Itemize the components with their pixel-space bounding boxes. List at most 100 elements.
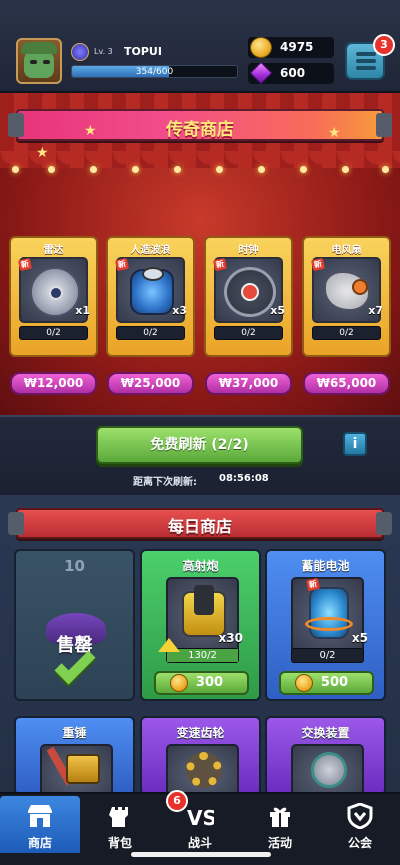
gift-icon bbox=[270, 807, 290, 827]
light-bulb bbox=[48, 166, 55, 173]
light-bulb bbox=[300, 166, 307, 173]
nav-tab-events[interactable]: 活动 bbox=[240, 796, 320, 853]
daily-item-card[interactable]: 变速齿轮 bbox=[140, 716, 261, 804]
item-name: 高射炮 bbox=[182, 559, 219, 573]
refresh-area: 免费刷新 (2/2) i 距离下次刷新: 08:56:08 bbox=[0, 415, 400, 495]
item-progress: 0/2 bbox=[214, 326, 283, 340]
light-bulb bbox=[132, 166, 139, 173]
daily-shop-title: 每日商店 bbox=[167, 517, 232, 536]
item-progress-text: 0/2 bbox=[319, 650, 336, 661]
gear-icon bbox=[186, 752, 222, 788]
light-bulb bbox=[382, 166, 389, 173]
price-button[interactable]: ₩37,000 bbox=[205, 372, 292, 395]
svg-text:VS: VS bbox=[187, 806, 214, 829]
legend-item-card[interactable]: 电风扇 新 x7 0/2 bbox=[302, 236, 391, 357]
vs-icon: VS bbox=[187, 806, 214, 829]
free-refresh-button[interactable]: 免费刷新 (2/2) bbox=[96, 426, 303, 464]
backpack-icon bbox=[109, 807, 128, 827]
gem-icon bbox=[249, 61, 273, 85]
legend-item-card[interactable]: 时钟 新 x5 0/2 bbox=[204, 236, 293, 357]
light-bulb bbox=[342, 166, 349, 173]
item-quantity: x3 bbox=[172, 304, 187, 317]
item-quantity: x30 bbox=[218, 631, 243, 645]
clock-icon bbox=[224, 267, 276, 317]
gold-coin-icon bbox=[295, 674, 313, 692]
nav-label: 公会 bbox=[347, 836, 372, 850]
gold-counter[interactable]: 4975 bbox=[248, 37, 334, 58]
item-name: 时钟 bbox=[238, 245, 259, 256]
gem-counter[interactable]: 600 bbox=[248, 61, 334, 85]
nav-tab-shop[interactable]: 商店 bbox=[0, 796, 80, 853]
backpack-notification-badge: 6 bbox=[166, 790, 188, 812]
exchange-device-icon bbox=[311, 752, 347, 788]
player-name: TOPUI bbox=[124, 45, 162, 58]
star-icon: ★ bbox=[84, 123, 97, 139]
player-avatar[interactable] bbox=[16, 38, 62, 84]
nav-label: 战斗 bbox=[187, 836, 212, 850]
nav-label: 商店 bbox=[27, 836, 52, 850]
item-progress: 0/2 bbox=[19, 326, 88, 340]
item-quantity: x1 bbox=[75, 304, 90, 317]
shop-icon bbox=[28, 805, 52, 827]
nav-tab-backpack[interactable]: 背包 bbox=[80, 796, 160, 853]
legend-shop-section: 传奇商店 ★ ★ ★ 雷达 新 x1 0/2 人造波浪 新 x3 0/2 时钟 … bbox=[0, 93, 400, 415]
light-bulb bbox=[90, 166, 97, 173]
legend-item-card[interactable]: 雷达 新 x1 0/2 bbox=[9, 236, 98, 357]
gold-amount: 4975 bbox=[280, 40, 314, 54]
item-quantity: x5 bbox=[351, 631, 368, 645]
gold-coin-icon bbox=[250, 37, 272, 58]
buy-price: 300 bbox=[195, 675, 224, 690]
electric-fan-icon bbox=[324, 271, 370, 311]
avatar-eye bbox=[43, 60, 50, 64]
info-button[interactable]: i bbox=[343, 432, 367, 456]
light-bulb bbox=[12, 166, 19, 173]
item-progress-text: 130/2 bbox=[188, 650, 217, 661]
hammer-head bbox=[66, 754, 100, 784]
item-name: 人造波浪 bbox=[130, 245, 171, 256]
daily-item-card[interactable]: 蓄能电池 新 x5 0/2 500 bbox=[265, 549, 386, 701]
item-name: 雷达 bbox=[43, 245, 64, 256]
legend-item-card[interactable]: 人造波浪 新 x3 0/2 bbox=[106, 236, 195, 357]
top-bar: Lv. 3 TOPUI 354/600 4975 600 3 bbox=[0, 0, 400, 93]
item-name: 蓄能电池 bbox=[301, 559, 350, 573]
daily-item-card[interactable]: 重锤 bbox=[14, 716, 135, 804]
buy-button[interactable]: 500 bbox=[279, 671, 374, 695]
sold-out-card: 10 售罄 bbox=[14, 549, 135, 701]
daily-shop-banner: 每日商店 bbox=[8, 508, 392, 539]
level-icon bbox=[71, 43, 89, 61]
curtain-edge-decoration bbox=[0, 151, 400, 175]
buy-button[interactable]: 300 bbox=[154, 671, 249, 695]
menu-icon-line bbox=[356, 52, 376, 56]
menu-notification-badge: 3 bbox=[373, 34, 395, 56]
star-icon: ★ bbox=[328, 125, 341, 141]
energy-battery-icon bbox=[305, 587, 353, 639]
guild-shield-icon bbox=[347, 803, 373, 829]
gold-coin-icon bbox=[170, 674, 188, 692]
item-progress: 0/2 bbox=[312, 326, 381, 340]
daily-item-card[interactable]: 交换装置 bbox=[265, 716, 386, 804]
price-button[interactable]: ₩12,000 bbox=[10, 372, 97, 395]
daily-item-card[interactable]: 高射炮 x30 130/2 300 bbox=[140, 549, 261, 701]
item-name: 重锤 bbox=[62, 726, 87, 740]
gem-amount: 600 bbox=[280, 66, 306, 80]
item-name: 电风扇 bbox=[331, 245, 362, 256]
avatar-eye bbox=[30, 60, 37, 64]
wave-generator-icon bbox=[130, 267, 174, 315]
item-quantity: x5 bbox=[270, 304, 285, 317]
xp-text: 354/600 bbox=[135, 67, 174, 77]
price-button[interactable]: ₩65,000 bbox=[303, 372, 390, 395]
upgrade-arrow-icon bbox=[158, 638, 180, 652]
xp-bar: 354/600 bbox=[71, 65, 238, 78]
light-bulb bbox=[216, 166, 223, 173]
countdown-label: 距离下次刷新: bbox=[133, 477, 197, 488]
player-level: Lv. 3 bbox=[94, 47, 113, 56]
item-progress: 0/2 bbox=[291, 648, 364, 663]
menu-icon-line bbox=[356, 66, 376, 70]
star-icon: ★ bbox=[36, 145, 49, 161]
buy-price: 500 bbox=[320, 675, 349, 690]
home-indicator[interactable] bbox=[131, 852, 271, 857]
avatar-hat bbox=[21, 42, 57, 54]
nav-tab-guild[interactable]: 公会 bbox=[320, 796, 400, 853]
price-button[interactable]: ₩25,000 bbox=[107, 372, 194, 395]
light-bulb bbox=[258, 166, 265, 173]
